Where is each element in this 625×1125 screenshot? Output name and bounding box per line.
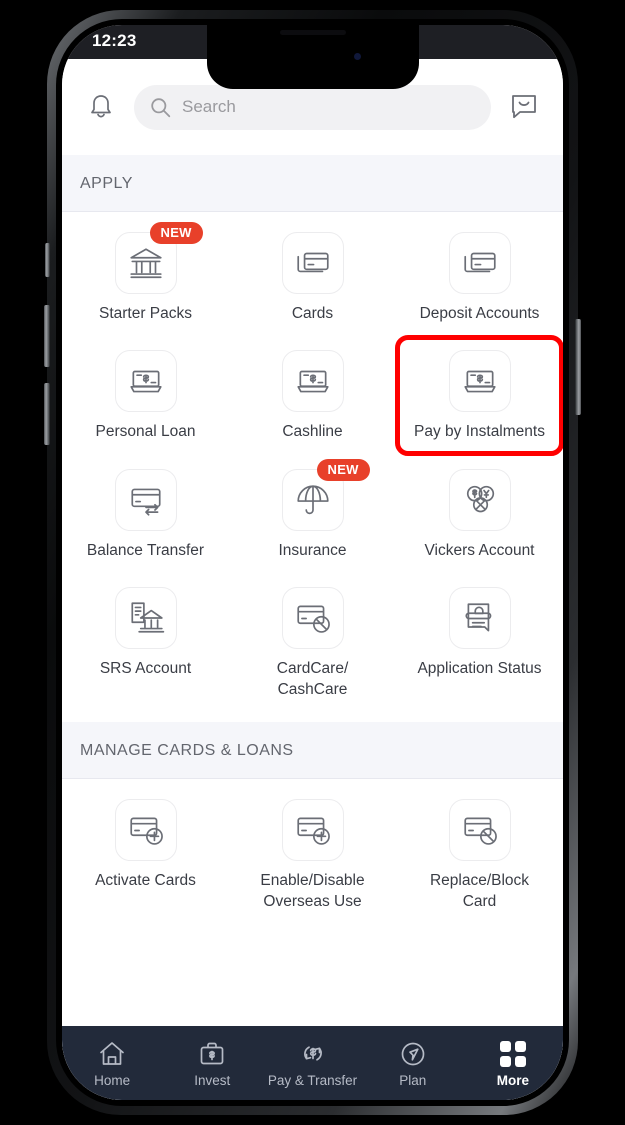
menu-tile-deposit-accounts[interactable]: Deposit Accounts [396, 218, 563, 336]
status-time: 12:23 [92, 31, 137, 50]
cash-tray-icon [296, 371, 329, 393]
transfer-icon [297, 1039, 329, 1069]
menu-tile-enable-disable-overseas-use[interactable]: Enable/Disable Overseas Use [229, 785, 396, 924]
document-bank-icon [130, 602, 164, 633]
card-blocked-icon [296, 605, 330, 634]
nav-label: Pay & Transfer [267, 1072, 358, 1088]
menu-tile-activate-cards[interactable]: Activate Cards [62, 785, 229, 924]
tile-icon-box [448, 468, 511, 531]
tile-label: Vickers Account [424, 541, 535, 559]
card-plus-icon [129, 817, 163, 846]
tile-icon-box [114, 587, 177, 650]
document-status-icon [464, 603, 491, 632]
card-plus-icon [296, 817, 330, 846]
tile-icon-box [281, 799, 344, 862]
chat-icon [512, 95, 536, 119]
tile-icon-box [448, 587, 511, 650]
card-blocked-icon [463, 817, 497, 846]
phone-screen: 12:23 Search APPLY NEW Starter Packs Car… [62, 25, 563, 1100]
menu-tile-cashline[interactable]: Cashline [229, 336, 396, 454]
volume-down-button[interactable] [44, 383, 50, 445]
briefcase-icon [198, 1039, 226, 1069]
tile-label: Personal Loan [95, 423, 196, 441]
search-placeholder: Search [182, 97, 236, 116]
tile-icon-box [448, 799, 511, 862]
nav-item-invest[interactable]: Invest [162, 1026, 262, 1100]
menu-tile-cardcare-cashcare[interactable]: CardCare/ CashCare [229, 573, 396, 712]
menu-tile-starter-packs[interactable]: NEW Starter Packs [62, 218, 229, 336]
nav-item-more[interactable]: More [463, 1026, 563, 1100]
cash-tray-icon [463, 371, 496, 393]
menu-tile-balance-transfer[interactable]: Balance Transfer [62, 455, 229, 573]
menu-tile-application-status[interactable]: Application Status [396, 573, 563, 712]
earpiece-speaker [279, 30, 346, 35]
nav-item-home[interactable]: Home [62, 1026, 162, 1100]
power-button[interactable] [575, 319, 581, 415]
tile-label: SRS Account [99, 660, 192, 678]
grid-icon [499, 1039, 526, 1069]
menu-tile-pay-by-instalments[interactable]: Pay by Instalments [395, 335, 563, 456]
tile-icon-box [114, 350, 177, 413]
nav-label: Invest [194, 1072, 231, 1088]
nav-label: Plan [399, 1072, 427, 1088]
tile-label: Deposit Accounts [419, 305, 540, 322]
bottom-navigation: Home Invest Pay & Transfer Plan More [62, 1026, 563, 1100]
tile-label: CardCare/ CashCare [276, 660, 349, 698]
menu-tile-srs-account[interactable]: SRS Account [62, 573, 229, 712]
nav-item-pay-transfer[interactable]: Pay & Transfer [262, 1026, 362, 1100]
bank-building-icon [129, 248, 162, 279]
tile-label: Cashline [282, 423, 343, 441]
tile-icon-box [114, 799, 177, 862]
tile-label: Application Status [417, 660, 542, 678]
tile-icon-box [448, 350, 511, 413]
chat-button[interactable] [503, 86, 545, 128]
tile-icon-box [281, 587, 344, 650]
tile-icon-box [448, 232, 511, 294]
section-header: MANAGE CARDS & LOANS [62, 722, 563, 780]
tile-grid: Activate Cards Enable/Disable Overseas U… [62, 779, 563, 935]
tile-label: Pay by Instalments [414, 423, 545, 441]
stacked-cards-icon [463, 252, 496, 273]
phone-frame: 12:23 Search APPLY NEW Starter Packs Car… [44, 10, 581, 1115]
menu-tile-replace-block-card[interactable]: Replace/Block Card [396, 785, 563, 924]
tile-icon-box [281, 350, 344, 413]
nav-label: Home [94, 1072, 131, 1088]
umbrella-icon [296, 485, 329, 515]
section-header: APPLY [62, 155, 563, 212]
display-notch [206, 25, 419, 89]
tile-icon-box [114, 468, 177, 531]
new-badge: NEW [149, 222, 203, 244]
menu-tile-insurance[interactable]: NEW Insurance [229, 455, 396, 573]
tile-label: Cards [291, 305, 334, 322]
stacked-cards-icon [296, 252, 329, 273]
tile-label: Insurance [278, 541, 347, 559]
nav-label: More [496, 1072, 530, 1088]
notifications-button[interactable] [80, 86, 122, 128]
currency-exchange-icon [466, 485, 494, 513]
tile-label: Balance Transfer [86, 541, 205, 559]
tile-label: Activate Cards [95, 872, 196, 890]
phone-bezel: 12:23 Search APPLY NEW Starter Packs Car… [44, 19, 581, 1106]
tile-label: Replace/Block Card [429, 872, 530, 910]
tile-label: Enable/Disable Overseas Use [260, 872, 365, 910]
menu-content[interactable]: APPLY NEW Starter Packs Cards Deposit Acc… [62, 155, 563, 1100]
bell-icon [91, 95, 111, 118]
tile-icon-box [281, 232, 344, 294]
home-icon [98, 1039, 126, 1069]
silent-switch[interactable] [45, 243, 50, 277]
front-camera [353, 53, 361, 60]
search-input[interactable]: Search [134, 84, 491, 130]
menu-tile-vickers-account[interactable]: Vickers Account [396, 455, 563, 573]
new-badge: NEW [316, 458, 370, 481]
search-icon [151, 97, 171, 117]
card-transfer-icon [130, 488, 161, 516]
menu-tile-cards[interactable]: Cards [229, 218, 396, 336]
nav-item-plan[interactable]: Plan [363, 1026, 463, 1100]
cash-tray-icon [129, 371, 162, 393]
volume-up-button[interactable] [44, 305, 50, 367]
menu-tile-personal-loan[interactable]: Personal Loan [62, 336, 229, 454]
tile-label: Starter Packs [98, 305, 193, 322]
compass-icon [399, 1039, 427, 1069]
tile-grid: NEW Starter Packs Cards Deposit Accounts… [62, 212, 563, 723]
